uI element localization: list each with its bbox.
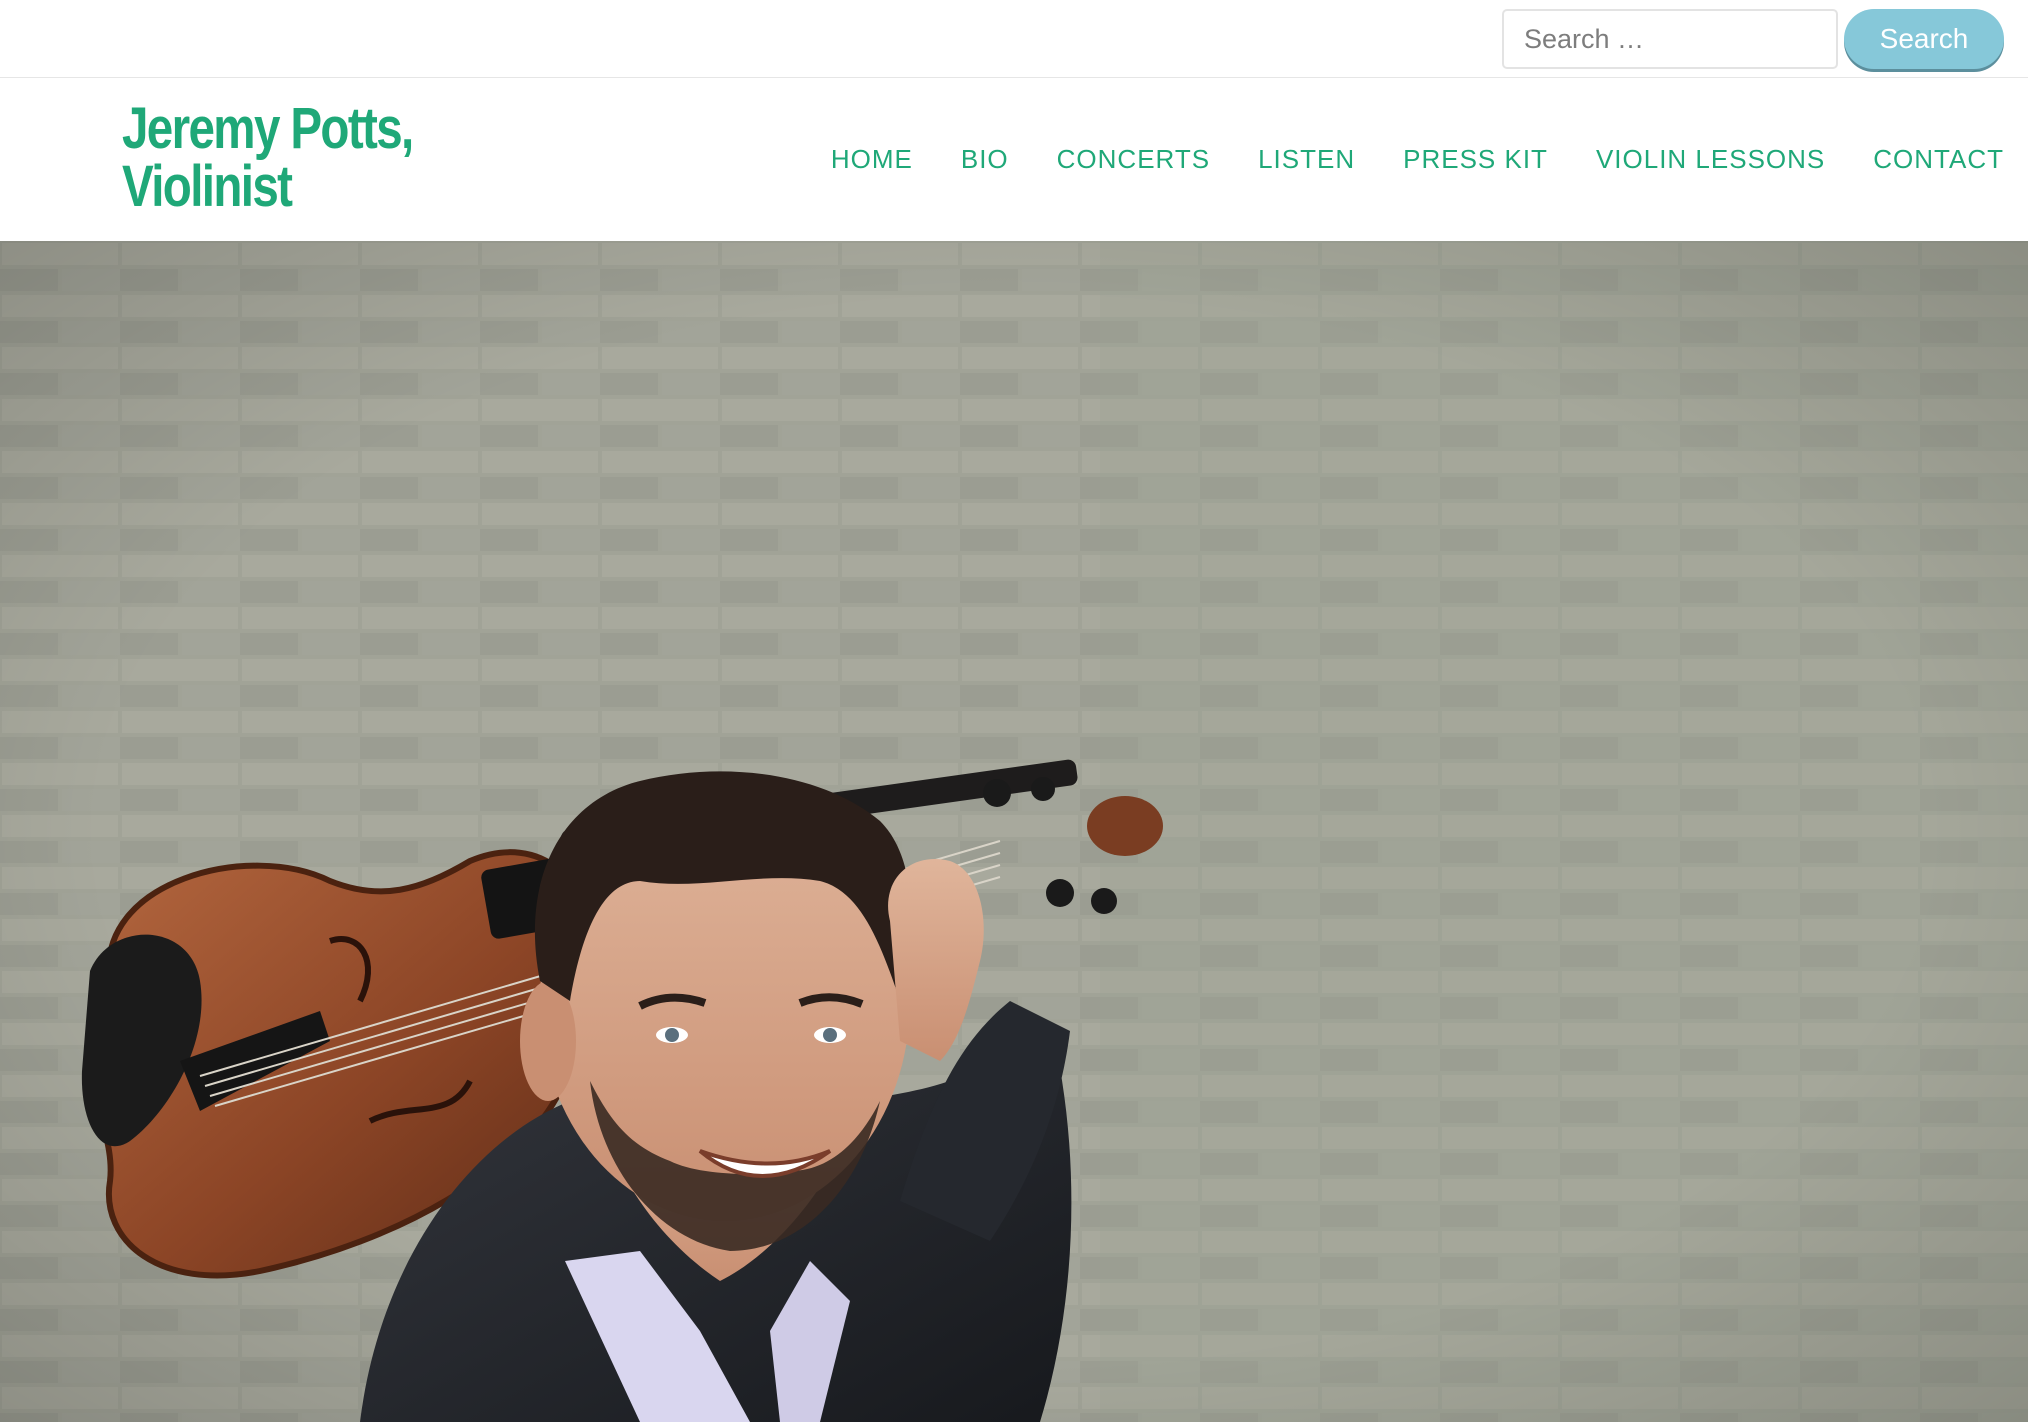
nav-item-home[interactable]: HOME <box>831 144 913 175</box>
search-button[interactable]: Search <box>1844 9 2004 69</box>
page: Search Jeremy Potts, Violinist HOME BIO … <box>0 0 2028 1422</box>
hero-image <box>0 241 2028 1422</box>
nav-item-violin-lessons[interactable]: VIOLIN LESSONS <box>1596 144 1825 175</box>
search-form: Search <box>1502 9 2004 69</box>
search-input[interactable] <box>1502 9 1838 69</box>
nav-item-listen[interactable]: LISTEN <box>1258 144 1355 175</box>
hero-photo-illustration <box>0 241 2028 1422</box>
nav-item-contact[interactable]: CONTACT <box>1873 144 2004 175</box>
nav-item-concerts[interactable]: CONCERTS <box>1057 144 1210 175</box>
main-navigation: HOME BIO CONCERTS LISTEN PRESS KIT VIOLI… <box>783 144 2004 175</box>
site-title-line-1: Jeremy Potts, <box>122 96 414 161</box>
site-title-line-2: Violinist <box>122 154 293 219</box>
site-header: Jeremy Potts, Violinist HOME BIO CONCERT… <box>0 78 2028 241</box>
nav-item-press-kit[interactable]: PRESS KIT <box>1403 144 1548 175</box>
nav-item-bio[interactable]: BIO <box>961 144 1009 175</box>
top-utility-bar: Search <box>0 0 2028 78</box>
site-title[interactable]: Jeremy Potts, Violinist <box>122 96 414 219</box>
